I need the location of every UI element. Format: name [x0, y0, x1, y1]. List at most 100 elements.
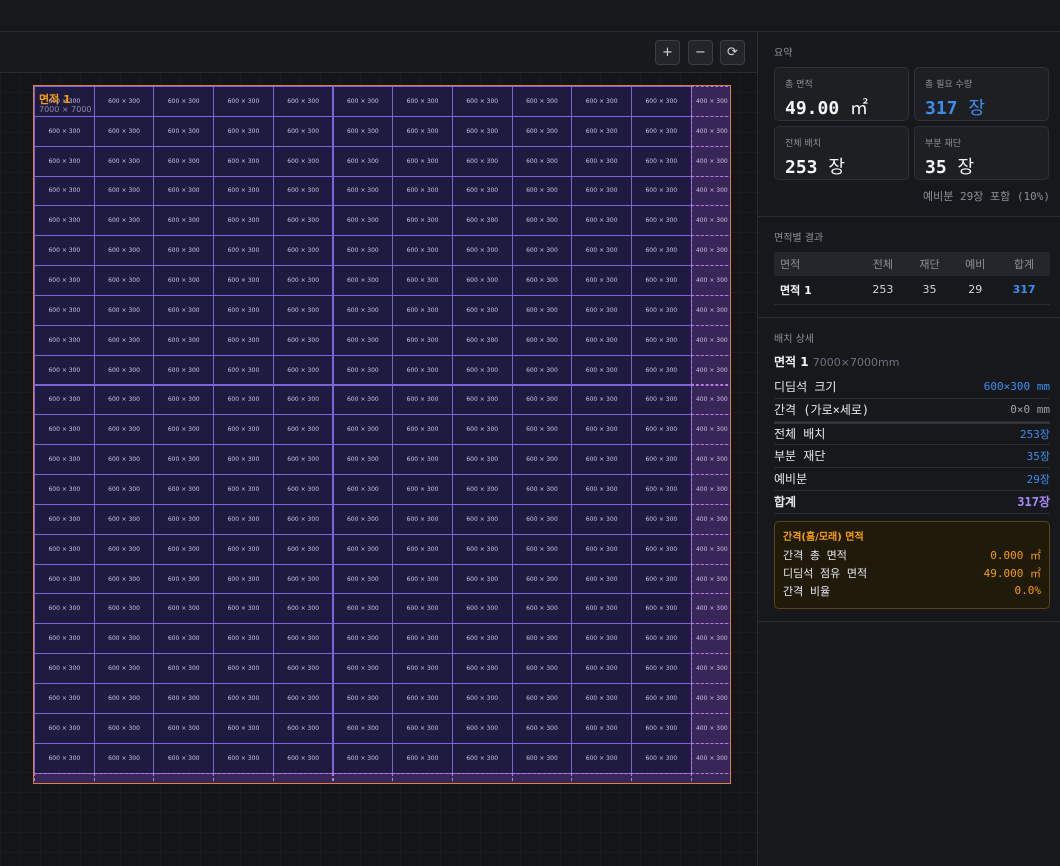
cut-tile[interactable]: 400 × 300 — [690, 653, 730, 684]
table-row[interactable]: 면적 1 253 35 29 317 — [774, 276, 1050, 305]
tile[interactable]: 600 × 300 — [34, 354, 95, 386]
tile[interactable]: 600 × 300 — [571, 653, 632, 684]
tile[interactable]: 600 × 300 — [332, 175, 394, 207]
tile[interactable]: 600 × 300 — [571, 324, 632, 356]
zoom-in-button[interactable]: + — [655, 40, 680, 65]
tile[interactable]: 600 × 300 — [34, 294, 95, 326]
tile[interactable]: 600 × 300 — [451, 354, 513, 386]
tile[interactable]: 600 × 300 — [272, 115, 334, 147]
tile[interactable]: 600 × 300 — [451, 712, 513, 744]
cut-tile[interactable]: 400 × 300 — [690, 712, 730, 744]
tile[interactable]: 600 × 300 — [631, 444, 692, 476]
tile[interactable]: 600 × 300 — [93, 533, 155, 565]
tile[interactable]: 600 × 300 — [332, 533, 394, 565]
tile[interactable]: 600 × 300 — [93, 145, 155, 177]
cut-tile[interactable]: 400 × 300 — [690, 474, 730, 505]
cut-tile[interactable]: 400 × 300 — [690, 235, 730, 267]
tile[interactable]: 600 × 300 — [272, 354, 334, 386]
tile[interactable]: 600 × 300 — [631, 205, 692, 237]
tile[interactable]: 600 × 300 — [34, 384, 95, 416]
zoom-out-button[interactable]: − — [688, 40, 713, 65]
tile[interactable]: 600 × 300 — [511, 533, 573, 565]
tile[interactable]: 600 × 300 — [153, 115, 215, 147]
tile[interactable]: 600 × 300 — [332, 294, 394, 326]
tile[interactable]: 600 × 300 — [511, 414, 573, 446]
tile[interactable]: 600 × 300 — [213, 533, 274, 565]
tile[interactable]: 600 × 300 — [272, 414, 334, 446]
tile[interactable]: 600 × 300 — [34, 145, 95, 177]
tile[interactable]: 600 × 300 — [571, 593, 632, 625]
tile[interactable]: 600 × 300 — [631, 414, 692, 446]
cut-tile[interactable]: 400 × 300 — [690, 593, 730, 625]
tile[interactable]: 600 × 300 — [332, 712, 394, 744]
tile[interactable]: 600 × 300 — [511, 474, 573, 505]
tile[interactable]: 600 × 300 — [511, 205, 573, 237]
tile[interactable]: 600 × 300 — [213, 175, 274, 207]
tile[interactable]: 600 × 300 — [34, 683, 95, 714]
cut-tile[interactable]: 400 × 300 — [690, 354, 730, 386]
tile[interactable]: 600 × 300 — [451, 265, 513, 296]
cut-tile[interactable]: 400 × 300 — [690, 115, 730, 147]
cut-tile[interactable]: 400 × 300 — [690, 533, 730, 565]
tile[interactable]: 600 × 300 — [392, 712, 453, 744]
tile[interactable]: 600 × 300 — [93, 265, 155, 296]
tile[interactable]: 600 × 300 — [153, 503, 215, 535]
tile[interactable]: 600 × 300 — [571, 623, 632, 655]
tile[interactable]: 600 × 300 — [34, 742, 95, 774]
tile[interactable]: 600 × 300 — [332, 683, 394, 714]
reset-view-button[interactable]: ⟳ — [720, 40, 745, 65]
tile[interactable]: 600 × 300 — [392, 503, 453, 535]
tile[interactable]: 600 × 300 — [272, 503, 334, 535]
tile[interactable]: 600 × 300 — [93, 593, 155, 625]
tile[interactable]: 600 × 300 — [451, 86, 513, 117]
cut-tile[interactable]: 400 × 300 — [690, 384, 730, 416]
tile[interactable]: 600 × 300 — [34, 265, 95, 296]
tile[interactable]: 600 × 300 — [511, 115, 573, 147]
tile[interactable]: 600 × 300 — [392, 324, 453, 356]
tile[interactable]: 600 × 300 — [392, 444, 453, 476]
cut-tile[interactable]: 400 × 300 — [690, 623, 730, 655]
tile[interactable]: 600 × 300 — [272, 324, 334, 356]
tile[interactable]: 600 × 300 — [631, 294, 692, 326]
tile[interactable]: 600 × 300 — [34, 712, 95, 744]
tile[interactable]: 600 × 300 — [631, 683, 692, 714]
tile[interactable]: 600 × 300 — [93, 384, 155, 416]
tile[interactable]: 600 × 300 — [571, 683, 632, 714]
tile[interactable]: 600 × 300 — [213, 294, 274, 326]
tile[interactable]: 600 × 300 — [631, 503, 692, 535]
tile[interactable]: 600 × 300 — [511, 294, 573, 326]
tile[interactable]: 600 × 300 — [392, 354, 453, 386]
tile[interactable]: 600 × 300 — [272, 683, 334, 714]
tile[interactable]: 600 × 300 — [153, 145, 215, 177]
tile[interactable]: 600 × 300 — [571, 265, 632, 296]
tile[interactable]: 600 × 300 — [571, 205, 632, 237]
cut-tile[interactable]: 400 × 300 — [690, 414, 730, 446]
tile[interactable]: 600 × 300 — [332, 115, 394, 147]
tile[interactable]: 600 × 300 — [631, 145, 692, 177]
tile[interactable]: 600 × 300 — [571, 563, 632, 595]
tile[interactable]: 600 × 300 — [631, 712, 692, 744]
tile[interactable]: 600 × 300 — [153, 533, 215, 565]
tile[interactable]: 600 × 300 — [332, 444, 394, 476]
tile[interactable]: 600 × 300 — [153, 593, 215, 625]
tile[interactable]: 600 × 300 — [153, 414, 215, 446]
tile[interactable]: 600 × 300 — [272, 235, 334, 267]
tile[interactable]: 600 × 300 — [93, 354, 155, 386]
tile[interactable]: 600 × 300 — [272, 265, 334, 296]
tile[interactable]: 600 × 300 — [511, 742, 573, 774]
tile[interactable]: 600 × 300 — [451, 324, 513, 356]
tile[interactable]: 600 × 300 — [511, 712, 573, 744]
cut-tile[interactable]: 400 × 300 — [690, 563, 730, 595]
cut-tile[interactable] — [690, 772, 730, 783]
tile[interactable]: 600 × 300 — [631, 235, 692, 267]
tile[interactable]: 600 × 300 — [571, 294, 632, 326]
tile[interactable]: 600 × 300 — [213, 324, 274, 356]
tile[interactable]: 600 × 300 — [511, 683, 573, 714]
tile[interactable]: 600 × 300 — [272, 742, 334, 774]
cut-tile[interactable] — [392, 772, 453, 783]
cut-tile[interactable]: 400 × 300 — [690, 205, 730, 237]
tile[interactable]: 600 × 300 — [571, 115, 632, 147]
tile[interactable]: 600 × 300 — [332, 474, 394, 505]
tile[interactable]: 600 × 300 — [332, 593, 394, 625]
tile[interactable]: 600 × 300 — [332, 653, 394, 684]
